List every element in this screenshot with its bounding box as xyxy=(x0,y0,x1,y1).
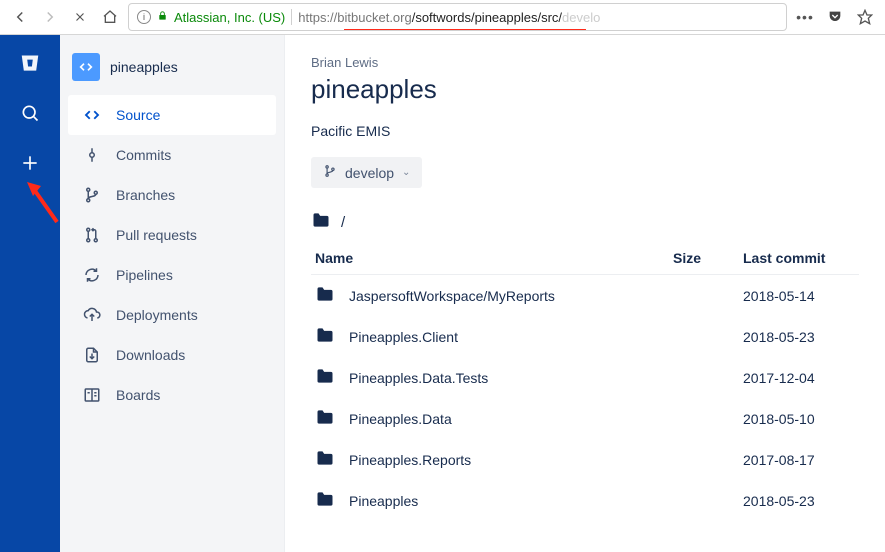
sidebar-item-pipelines[interactable]: Pipelines xyxy=(68,255,276,295)
breadcrumb-root[interactable]: / xyxy=(341,214,345,231)
branch-icon xyxy=(323,164,337,181)
sidebar-label: Commits xyxy=(116,147,171,163)
sidebar-label: Pull requests xyxy=(116,227,197,243)
site-info-icon[interactable]: i xyxy=(137,10,151,24)
sidebar-item-branches[interactable]: Branches xyxy=(68,175,276,215)
bitbucket-logo-icon[interactable] xyxy=(16,49,44,77)
breadcrumb: / xyxy=(311,210,859,234)
file-name: Pineapples.Data.Tests xyxy=(349,370,488,386)
sidebar-item-source[interactable]: Source xyxy=(68,95,276,135)
table-row[interactable]: Pineapples.Client 2018-05-23 xyxy=(311,316,859,357)
folder-icon xyxy=(315,284,335,307)
back-button[interactable] xyxy=(8,5,32,29)
boards-icon xyxy=(82,386,102,404)
lock-icon xyxy=(157,10,168,24)
page-title: pineapples xyxy=(311,74,859,105)
downloads-icon xyxy=(82,346,102,364)
folder-icon xyxy=(315,325,335,348)
file-last-commit: 2018-05-23 xyxy=(739,480,859,521)
file-size xyxy=(669,480,739,521)
annotation-underline xyxy=(344,27,586,31)
file-size xyxy=(669,357,739,398)
main-content: Brian Lewis pineapples Pacific EMIS deve… xyxy=(285,35,885,552)
more-button[interactable]: ••• xyxy=(793,5,817,29)
global-nav xyxy=(0,35,60,552)
table-row[interactable]: Pineapples 2018-05-23 xyxy=(311,480,859,521)
repo-sidebar: pineapples Source Commits Branches Pull … xyxy=(60,35,285,552)
pipelines-icon xyxy=(82,266,102,284)
source-icon xyxy=(82,106,102,124)
commits-icon xyxy=(82,146,102,164)
folder-icon xyxy=(315,448,335,471)
repo-name: pineapples xyxy=(110,59,178,75)
bookmark-button[interactable] xyxy=(853,5,877,29)
sidebar-label: Boards xyxy=(116,387,160,403)
repo-header[interactable]: pineapples xyxy=(68,49,276,95)
address-bar[interactable]: i Atlassian, Inc. (US) https://bitbucket… xyxy=(128,3,787,31)
folder-icon xyxy=(315,366,335,389)
search-icon[interactable] xyxy=(16,99,44,127)
project-name[interactable]: Pacific EMIS xyxy=(311,123,859,139)
stop-button[interactable] xyxy=(68,5,92,29)
sidebar-label: Branches xyxy=(116,187,175,203)
pocket-button[interactable] xyxy=(823,5,847,29)
table-row[interactable]: Pineapples.Data.Tests 2017-12-04 xyxy=(311,357,859,398)
file-size xyxy=(669,398,739,439)
forward-button[interactable] xyxy=(38,5,62,29)
file-last-commit: 2018-05-10 xyxy=(739,398,859,439)
repo-owner[interactable]: Brian Lewis xyxy=(311,55,859,70)
file-size xyxy=(669,275,739,317)
branches-icon xyxy=(82,186,102,204)
table-row[interactable]: JaspersoftWorkspace/MyReports 2018-05-14 xyxy=(311,275,859,317)
file-last-commit: 2017-12-04 xyxy=(739,357,859,398)
sidebar-label: Downloads xyxy=(116,347,185,363)
file-size xyxy=(669,439,739,480)
pull-requests-icon xyxy=(82,226,102,244)
branch-selector[interactable]: develop ⌄ xyxy=(311,157,422,188)
file-last-commit: 2017-08-17 xyxy=(739,439,859,480)
sidebar-item-boards[interactable]: Boards xyxy=(68,375,276,415)
file-name: JaspersoftWorkspace/MyReports xyxy=(349,288,555,304)
file-name: Pineapples xyxy=(349,493,418,509)
deployments-icon xyxy=(82,306,102,324)
sidebar-label: Pipelines xyxy=(116,267,173,283)
sidebar-item-commits[interactable]: Commits xyxy=(68,135,276,175)
col-size: Size xyxy=(669,242,739,275)
file-last-commit: 2018-05-14 xyxy=(739,275,859,317)
table-row[interactable]: Pineapples.Reports 2017-08-17 xyxy=(311,439,859,480)
branch-name: develop xyxy=(345,165,394,181)
file-last-commit: 2018-05-23 xyxy=(739,316,859,357)
sidebar-item-deployments[interactable]: Deployments xyxy=(68,295,276,335)
sidebar-label: Deployments xyxy=(116,307,198,323)
home-button[interactable] xyxy=(98,5,122,29)
cert-org: Atlassian, Inc. (US) xyxy=(174,10,285,25)
separator xyxy=(291,9,292,25)
browser-toolbar: i Atlassian, Inc. (US) https://bitbucket… xyxy=(0,0,885,35)
file-name: Pineapples.Data xyxy=(349,411,452,427)
sidebar-item-downloads[interactable]: Downloads xyxy=(68,335,276,375)
file-name: Pineapples.Reports xyxy=(349,452,471,468)
chevron-down-icon: ⌄ xyxy=(402,167,410,178)
table-row[interactable]: Pineapples.Data 2018-05-10 xyxy=(311,398,859,439)
col-name: Name xyxy=(311,242,669,275)
folder-icon xyxy=(311,210,331,234)
col-last: Last commit xyxy=(739,242,859,275)
sidebar-item-pullrequests[interactable]: Pull requests xyxy=(68,215,276,255)
repo-avatar-icon xyxy=(72,53,100,81)
annotation-arrow xyxy=(25,180,65,230)
create-icon[interactable] xyxy=(16,149,44,177)
file-table: Name Size Last commit JaspersoftWorkspac… xyxy=(311,242,859,521)
file-size xyxy=(669,316,739,357)
file-name: Pineapples.Client xyxy=(349,329,458,345)
folder-icon xyxy=(315,407,335,430)
folder-icon xyxy=(315,489,335,512)
url-text: https://bitbucket.org/softwords/pineappl… xyxy=(298,10,600,25)
sidebar-label: Source xyxy=(116,107,160,123)
